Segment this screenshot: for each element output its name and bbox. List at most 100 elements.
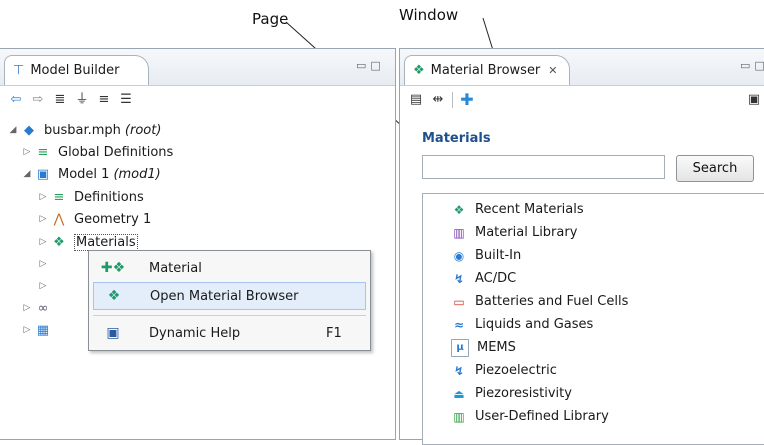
- split-icon[interactable]: ⇹: [430, 92, 446, 108]
- list-item[interactable]: ↯ AC/DC: [451, 267, 516, 290]
- list-item[interactable]: ❖ Recent Materials: [451, 198, 584, 221]
- context-menu: ✚❖ Material ❖ Open Material Browser ▣ Dy…: [88, 250, 371, 351]
- tree-model-label: Model 1: [58, 166, 110, 182]
- geometry-icon: ⋀: [53, 211, 65, 227]
- menu-item-dynamic-help[interactable]: ▣ Dynamic Help F1: [93, 319, 366, 347]
- user-library-icon: ▥: [453, 409, 465, 424]
- tree-materials-label: Materials: [74, 233, 138, 251]
- collapsed-arrow-icon[interactable]: ▷: [20, 147, 34, 157]
- menu-item-shortcut: F1: [326, 325, 342, 341]
- collapsed-arrow-icon[interactable]: ▷: [36, 281, 50, 291]
- model-file-icon: ◆: [24, 122, 34, 138]
- close-tab-icon[interactable]: ✕: [548, 64, 557, 77]
- tree-node-definitions[interactable]: ▷ ≡ Definitions: [36, 186, 144, 208]
- material-browser-tabbar: ❖ Material Browser ✕ ▭□: [400, 49, 764, 86]
- search-input[interactable]: [422, 155, 665, 179]
- material-browser-tab-label: Material Browser: [430, 63, 541, 78]
- list-item[interactable]: ◉ Built-In: [451, 244, 522, 267]
- tree-node-global-definitions[interactable]: ▷ ≡ Global Definitions: [20, 141, 174, 163]
- collapsed-arrow-icon[interactable]: ▷: [36, 237, 50, 247]
- mems-icon: μ: [451, 338, 469, 357]
- list-item[interactable]: μ MEMS: [451, 336, 516, 359]
- definitions-icon: ≡: [53, 189, 65, 205]
- built-in-icon: ◉: [453, 248, 465, 263]
- add-icon[interactable]: ✚: [459, 92, 475, 108]
- tree-node-model[interactable]: ◢ ▣ Model 1 (mod1): [20, 163, 161, 185]
- collapsed-arrow-icon[interactable]: ▷: [20, 303, 34, 313]
- model-builder-icon: ⊤: [13, 63, 25, 78]
- model-icon: ▣: [36, 166, 50, 182]
- expanded-arrow-icon[interactable]: ◢: [20, 169, 34, 179]
- tree-definitions-label: Definitions: [74, 189, 144, 205]
- list-item-label: Built-In: [475, 248, 522, 263]
- list-item-label: Batteries and Fuel Cells: [475, 294, 629, 309]
- back-arrow-icon[interactable]: ⇦: [8, 92, 24, 108]
- list-item-label: User-Defined Library: [475, 409, 609, 424]
- minimize-maximize-buttons[interactable]: ▭□: [356, 59, 385, 72]
- material-browser-icon: ❖: [413, 63, 425, 78]
- tree-node-hidden-4[interactable]: ▷ ▦: [20, 319, 58, 341]
- acdc-icon: ↯: [453, 271, 465, 286]
- list-item[interactable]: ⏏ Piezoresistivity: [451, 382, 572, 405]
- menu-item-material[interactable]: ✚❖ Material: [93, 254, 366, 282]
- collapsed-arrow-icon[interactable]: ▷: [36, 214, 50, 224]
- tree-model-note: (mod1): [113, 166, 161, 182]
- model-builder-tabbar: ⊤ Model Builder ▭□: [0, 49, 395, 86]
- tree-root-note: (root): [124, 122, 162, 138]
- list-item-label: Piezoelectric: [475, 363, 557, 378]
- forward-arrow-icon[interactable]: ⇨: [30, 92, 46, 108]
- help-icon: ▣: [106, 325, 120, 341]
- collapsed-arrow-icon[interactable]: ▷: [20, 325, 34, 335]
- list-item-label: Liquids and Gases: [475, 317, 594, 332]
- list-item[interactable]: ▭ Batteries and Fuel Cells: [451, 290, 628, 313]
- model-builder-tab[interactable]: ⊤ Model Builder: [4, 55, 149, 85]
- list-item-label: MEMS: [477, 340, 516, 355]
- liquids-icon: ≈: [453, 317, 465, 332]
- list-item-label: Recent Materials: [475, 202, 584, 217]
- tree-root-label: busbar.mph: [44, 122, 121, 138]
- show-icon[interactable]: ≣: [52, 92, 68, 108]
- collapsed-arrow-icon[interactable]: ▷: [36, 192, 50, 202]
- materials-icon: ❖: [53, 234, 65, 250]
- minimize-maximize-buttons[interactable]: ▭□: [740, 59, 764, 72]
- material-library-list: ❖ Recent Materials ▥ Material Library ◉ …: [422, 193, 764, 445]
- list-item-label: Material Library: [475, 225, 578, 240]
- battery-icon: ▭: [453, 294, 465, 309]
- tree-node-hidden-3[interactable]: ▷ ∞: [20, 297, 58, 319]
- list-item[interactable]: ▥ User-Defined Library: [451, 405, 609, 428]
- tree-geometry-label: Geometry 1: [74, 211, 152, 227]
- list-item[interactable]: ▥ Material Library: [451, 221, 577, 244]
- filter-icon[interactable]: ⏚: [74, 92, 90, 108]
- search-button[interactable]: Search: [676, 155, 754, 182]
- study-icon: ∞: [37, 300, 49, 316]
- toolbar-separator: [452, 92, 453, 108]
- tree-node-root[interactable]: ◢ ◆ busbar.mph (root): [6, 119, 162, 141]
- add-material-icon: ✚❖: [100, 260, 126, 276]
- expand-icon[interactable]: ≡: [96, 92, 112, 108]
- list-item[interactable]: ≈ Liquids and Gases: [451, 313, 593, 336]
- material-browser-tab[interactable]: ❖ Material Browser ✕: [404, 55, 570, 85]
- recent-materials-icon: ❖: [453, 202, 465, 217]
- tree-node-geometry[interactable]: ▷ ⋀ Geometry 1: [36, 208, 152, 230]
- results-icon: ▦: [36, 322, 50, 338]
- model-builder-panel: ⊤ Model Builder ▭□ ⇦ ⇨ ≣ ⏚ ≡ ☰ ◢ ◆ busba…: [0, 48, 396, 440]
- materials-section-title: Materials: [422, 131, 491, 146]
- list-item-label: Piezoresistivity: [475, 386, 572, 401]
- collapse-icon[interactable]: ☰: [118, 92, 134, 108]
- collapsed-arrow-icon[interactable]: ▷: [36, 259, 50, 269]
- menu-item-label: Material: [149, 260, 202, 276]
- menu-item-label: Open Material Browser: [150, 288, 299, 304]
- piezoresistivity-icon: ⏏: [453, 386, 465, 401]
- list-item-label: AC/DC: [475, 271, 517, 286]
- menu-item-open-material-browser[interactable]: ❖ Open Material Browser: [93, 282, 366, 310]
- menu-item-label: Dynamic Help: [149, 325, 241, 341]
- menu-separator: [93, 315, 366, 316]
- tree-global-definitions-label: Global Definitions: [58, 144, 174, 160]
- piezoelectric-icon: ↯: [453, 363, 465, 378]
- tree-node-hidden-1[interactable]: ▷: [36, 253, 50, 275]
- expanded-arrow-icon[interactable]: ◢: [6, 125, 20, 135]
- help-icon[interactable]: ▣: [746, 92, 762, 108]
- list-item[interactable]: ↯ Piezoelectric: [451, 359, 557, 382]
- tree-node-hidden-2[interactable]: ▷: [36, 275, 50, 297]
- save-icon[interactable]: ▤: [408, 92, 424, 108]
